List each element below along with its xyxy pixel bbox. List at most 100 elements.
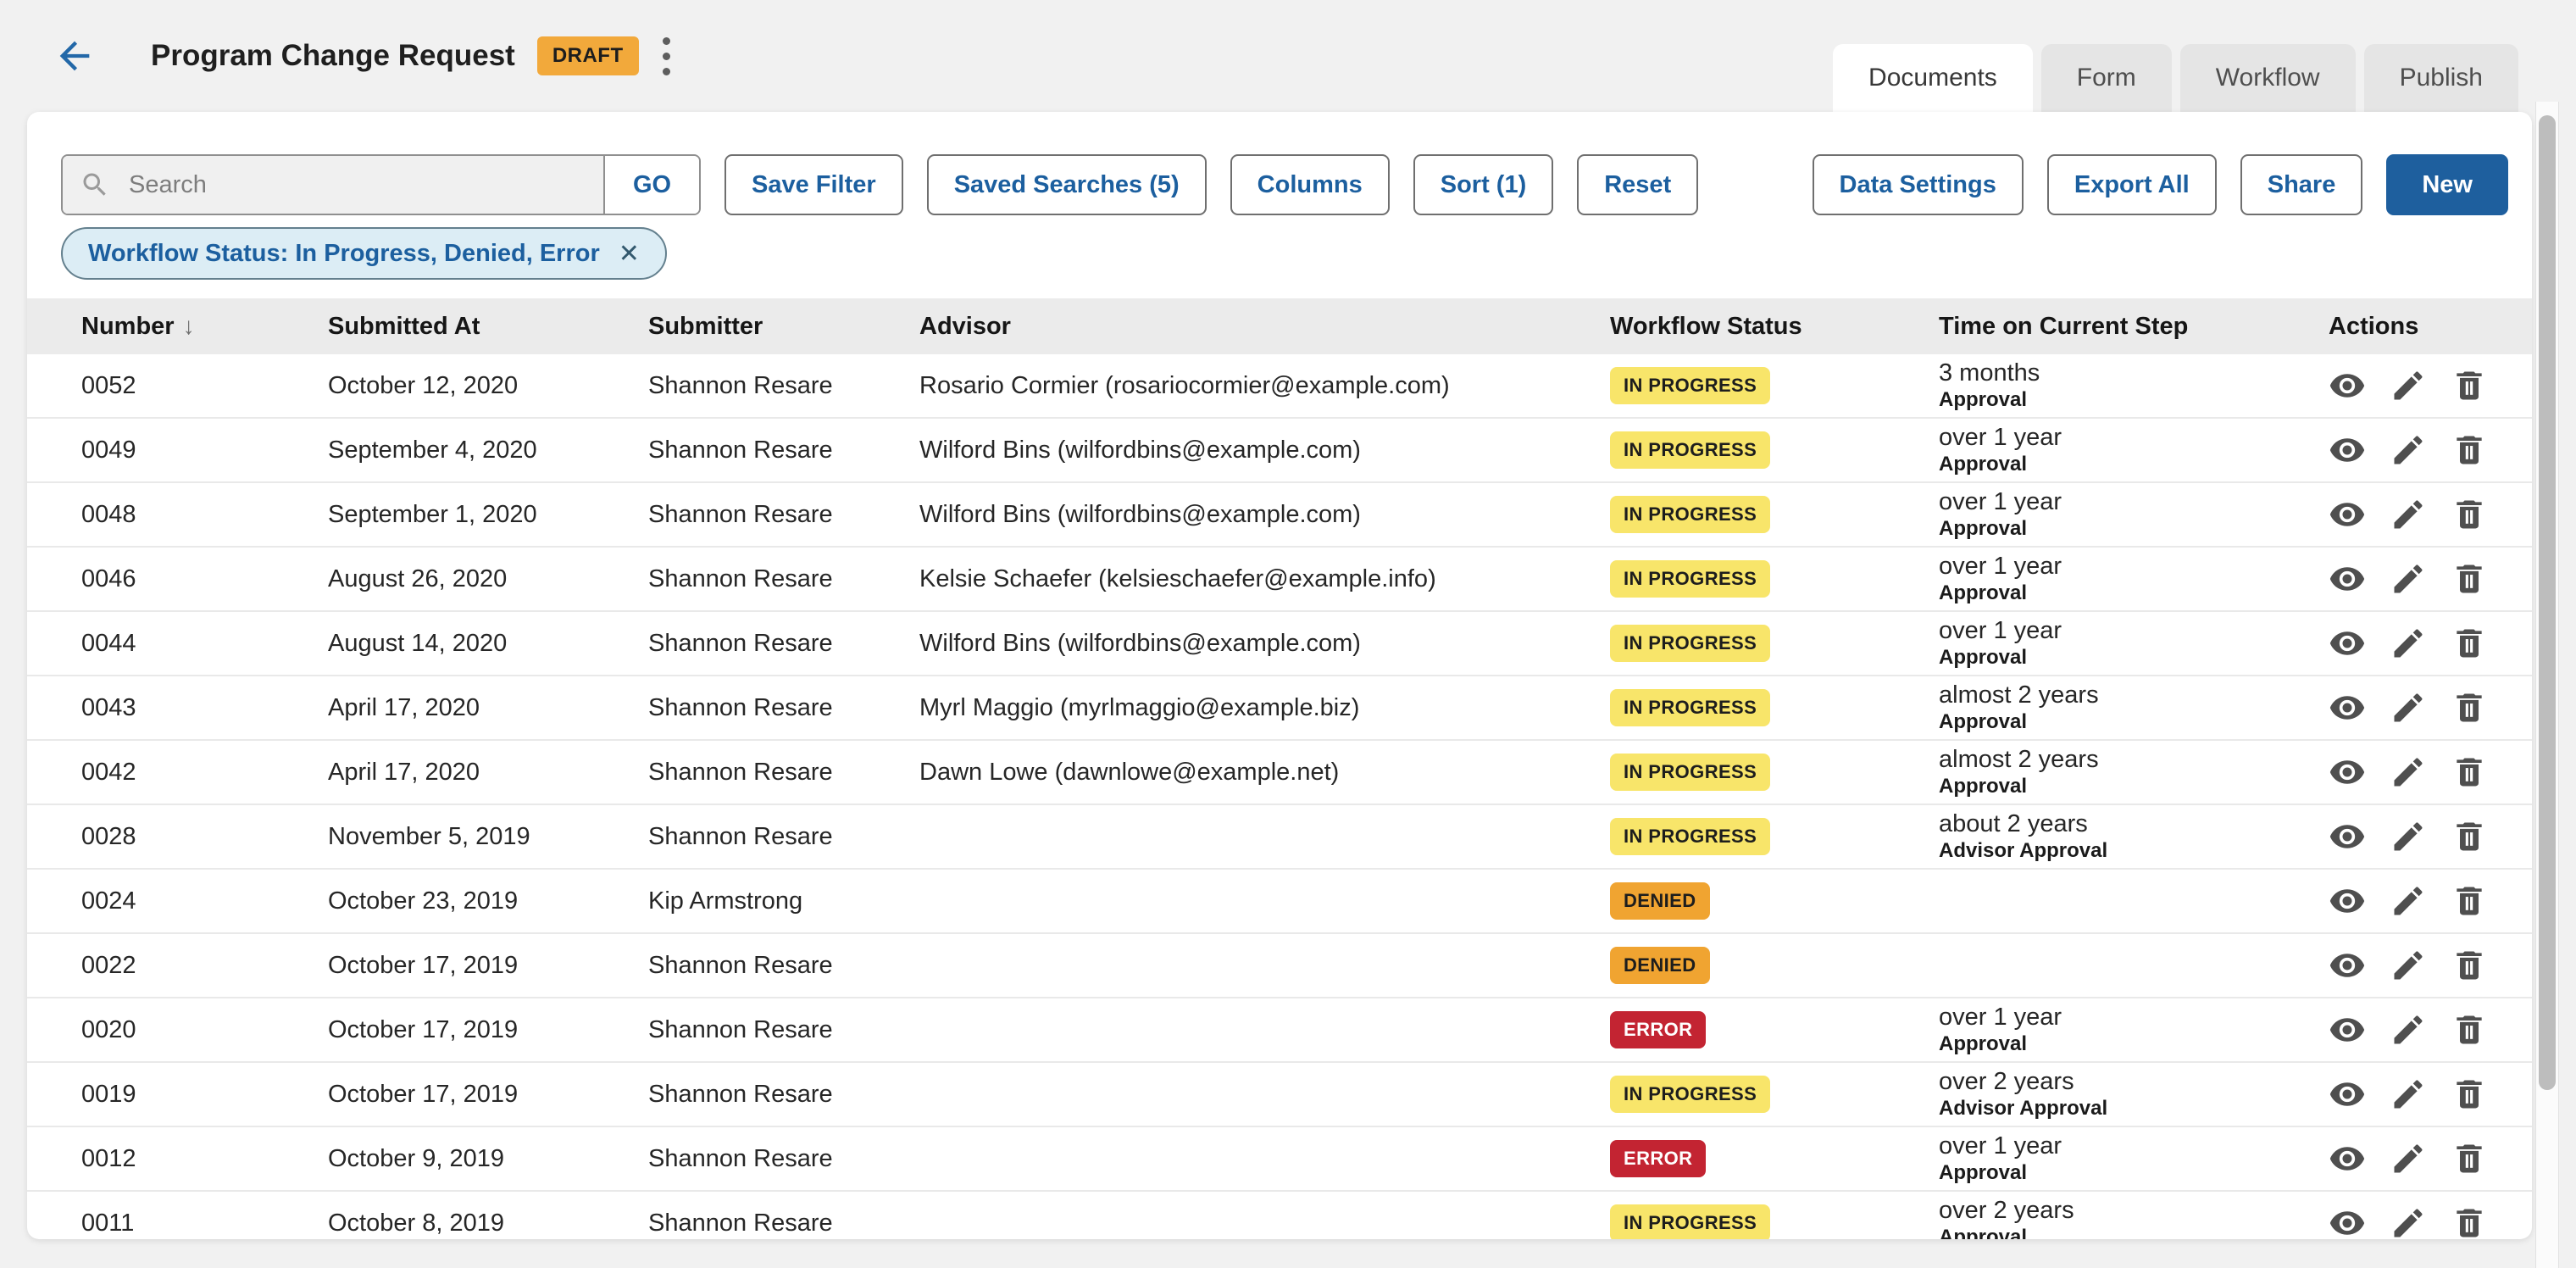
- delete-icon[interactable]: [2451, 560, 2488, 598]
- delete-icon[interactable]: [2451, 818, 2488, 855]
- active-filters: Workflow Status: In Progress, Denied, Er…: [61, 227, 667, 280]
- edit-icon[interactable]: [2390, 1204, 2427, 1239]
- edit-icon[interactable]: [2390, 367, 2427, 404]
- workflow-status-badge: IN PROGRESS: [1610, 1204, 1770, 1239]
- edit-icon[interactable]: [2390, 560, 2427, 598]
- step-name: Approval: [1939, 709, 2329, 735]
- delete-icon[interactable]: [2451, 625, 2488, 662]
- edit-icon[interactable]: [2390, 818, 2427, 855]
- tab-workflow[interactable]: Workflow: [2180, 44, 2356, 112]
- view-icon[interactable]: [2329, 1011, 2366, 1048]
- tab-publish[interactable]: Publish: [2364, 44, 2518, 112]
- view-icon[interactable]: [2329, 496, 2366, 533]
- view-icon[interactable]: [2329, 1204, 2366, 1239]
- data-settings-button[interactable]: Data Settings: [1813, 154, 2024, 215]
- column-header-number[interactable]: Number↓: [81, 313, 328, 341]
- view-icon[interactable]: [2329, 689, 2366, 726]
- page-title: Program Change Request: [151, 39, 515, 73]
- step-name: Approval: [1939, 1032, 2329, 1057]
- actions-cell: [2329, 882, 2512, 920]
- kebab-menu-icon[interactable]: [656, 31, 677, 82]
- export-all-button[interactable]: Export All: [2047, 154, 2217, 215]
- view-icon[interactable]: [2329, 754, 2366, 791]
- edit-icon[interactable]: [2390, 1076, 2427, 1113]
- edit-icon[interactable]: [2390, 431, 2427, 469]
- column-header-submitter[interactable]: Submitter: [648, 313, 919, 341]
- delete-icon[interactable]: [2451, 1076, 2488, 1113]
- delete-icon[interactable]: [2451, 882, 2488, 920]
- actions-cell: [2329, 431, 2512, 469]
- workflow-status-badge: IN PROGRESS: [1610, 367, 1770, 404]
- submitted-at-cell: April 17, 2020: [328, 759, 648, 787]
- delete-icon[interactable]: [2451, 689, 2488, 726]
- submitted-at-cell: October 17, 2019: [328, 952, 648, 980]
- edit-icon[interactable]: [2390, 496, 2427, 533]
- submitter-cell: Shannon Resare: [648, 1145, 919, 1173]
- time-on-current-step-cell: over 2 years Advisor Approval: [1939, 1063, 2329, 1121]
- view-icon[interactable]: [2329, 625, 2366, 662]
- advisor-cell: Dawn Lowe (dawnlowe@example.net): [919, 759, 1610, 787]
- view-icon[interactable]: [2329, 818, 2366, 855]
- tab-form[interactable]: Form: [2041, 44, 2172, 112]
- sort-1-button[interactable]: Sort (1): [1413, 154, 1554, 215]
- column-header-time-on-current-step[interactable]: Time on Current Step: [1939, 313, 2329, 341]
- delete-icon[interactable]: [2451, 947, 2488, 984]
- workflow-status-badge: IN PROGRESS: [1610, 625, 1770, 662]
- view-icon[interactable]: [2329, 882, 2366, 920]
- reset-button[interactable]: Reset: [1577, 154, 1698, 215]
- saved-searches-5-button[interactable]: Saved Searches (5): [927, 154, 1207, 215]
- filter-chip[interactable]: Workflow Status: In Progress, Denied, Er…: [61, 227, 667, 280]
- delete-icon[interactable]: [2451, 754, 2488, 791]
- submitted-at-cell: September 1, 2020: [328, 501, 648, 529]
- edit-icon[interactable]: [2390, 689, 2427, 726]
- view-icon[interactable]: [2329, 560, 2366, 598]
- delete-icon[interactable]: [2451, 496, 2488, 533]
- delete-icon[interactable]: [2451, 367, 2488, 404]
- delete-icon[interactable]: [2451, 1011, 2488, 1048]
- columns-button[interactable]: Columns: [1230, 154, 1390, 215]
- edit-icon[interactable]: [2390, 1140, 2427, 1177]
- view-icon[interactable]: [2329, 367, 2366, 404]
- delete-icon[interactable]: [2451, 431, 2488, 469]
- actions-cell: [2329, 1204, 2512, 1239]
- delete-icon[interactable]: [2451, 1140, 2488, 1177]
- search-input[interactable]: [127, 170, 586, 200]
- advisor-cell: Kelsie Schaefer (kelsieschaefer@example.…: [919, 565, 1610, 593]
- tab-bar: DocumentsFormWorkflowPublish: [1833, 44, 2518, 112]
- delete-icon[interactable]: [2451, 1204, 2488, 1239]
- workflow-status-cell: IN PROGRESS: [1610, 1204, 1939, 1239]
- search-icon: [80, 170, 110, 200]
- submitted-at-cell: October 8, 2019: [328, 1210, 648, 1237]
- number-cell: 0042: [81, 759, 328, 787]
- filter-chip-close-icon[interactable]: ✕: [619, 239, 640, 269]
- tab-documents[interactable]: Documents: [1833, 44, 2033, 112]
- edit-icon[interactable]: [2390, 754, 2427, 791]
- edit-icon[interactable]: [2390, 882, 2427, 920]
- edit-icon[interactable]: [2390, 1011, 2427, 1048]
- time-on-current-step-cell: 3 months Approval: [1939, 354, 2329, 413]
- vertical-scrollbar-track[interactable]: [2535, 102, 2559, 1268]
- submitted-at-cell: August 14, 2020: [328, 630, 648, 658]
- edit-icon[interactable]: [2390, 947, 2427, 984]
- share-button[interactable]: Share: [2240, 154, 2363, 215]
- edit-icon[interactable]: [2390, 625, 2427, 662]
- view-icon[interactable]: [2329, 1076, 2366, 1113]
- time-value: almost 2 years: [1939, 681, 2329, 709]
- new-button[interactable]: New: [2386, 154, 2508, 215]
- view-icon[interactable]: [2329, 1140, 2366, 1177]
- view-icon[interactable]: [2329, 947, 2366, 984]
- submitter-cell: Kip Armstrong: [648, 887, 919, 915]
- column-header-workflow-status[interactable]: Workflow Status: [1610, 313, 1939, 341]
- workflow-status-badge: ERROR: [1610, 1011, 1706, 1048]
- view-icon[interactable]: [2329, 431, 2366, 469]
- number-cell: 0028: [81, 823, 328, 851]
- go-button[interactable]: GO: [603, 156, 699, 214]
- vertical-scrollbar-thumb[interactable]: [2539, 115, 2556, 1090]
- back-arrow-icon[interactable]: [53, 34, 97, 78]
- column-header-submitted-at[interactable]: Submitted At: [328, 313, 648, 341]
- column-header-advisor[interactable]: Advisor: [919, 313, 1610, 341]
- time-value: over 2 years: [1939, 1067, 2329, 1096]
- workflow-status-cell: DENIED: [1610, 882, 1939, 920]
- save-filter-button[interactable]: Save Filter: [724, 154, 903, 215]
- table-row: 0043 April 17, 2020 Shannon Resare Myrl …: [27, 676, 2532, 741]
